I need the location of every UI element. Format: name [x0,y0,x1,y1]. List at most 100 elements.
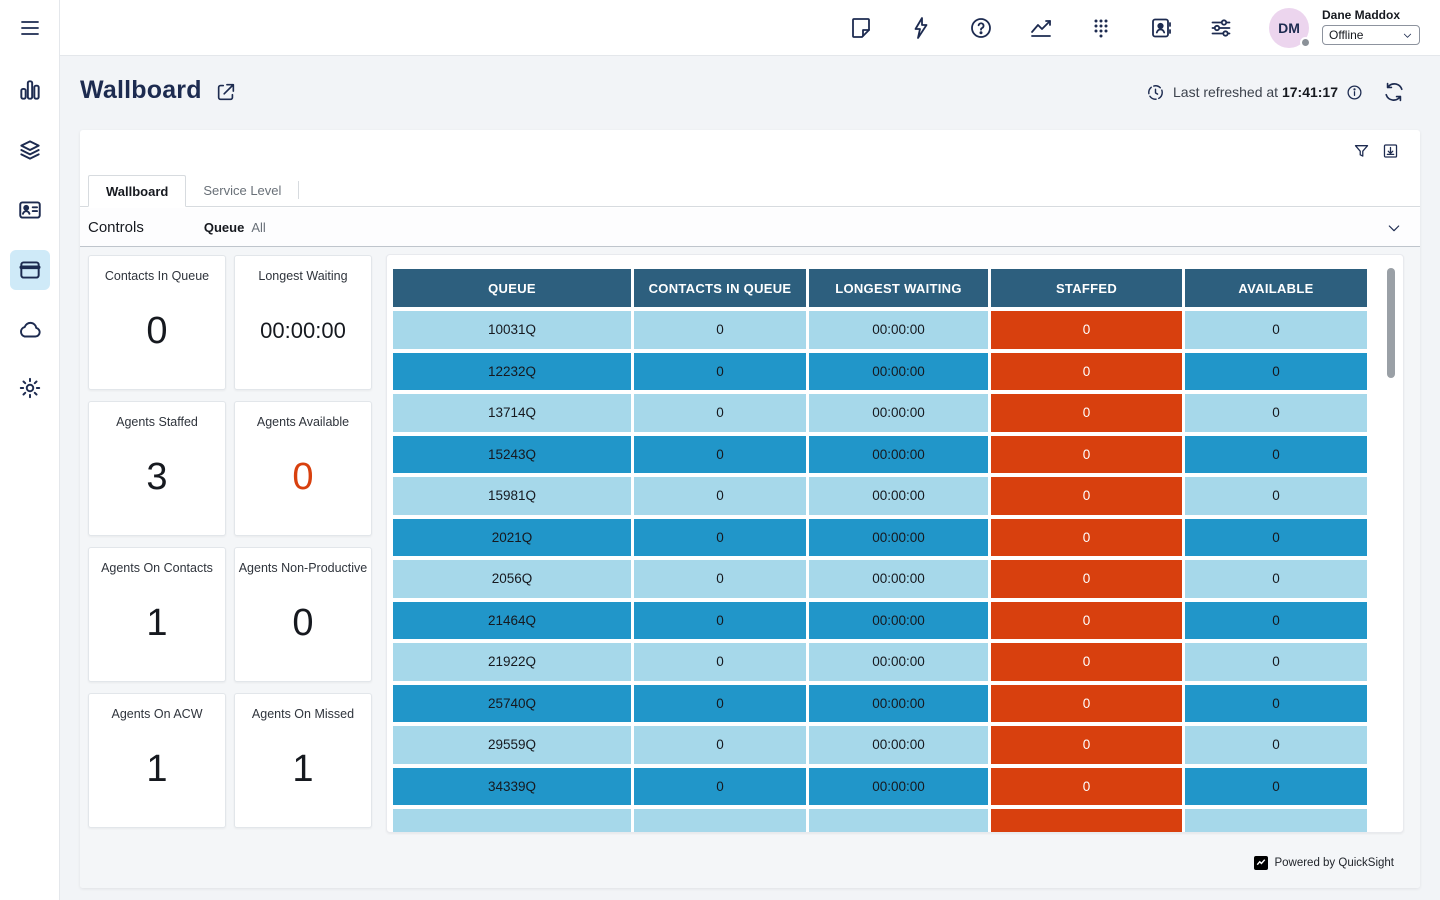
table-cell: 0 [1185,394,1367,432]
kpi-label: Agents Staffed [89,402,225,429]
download-icon[interactable] [1382,142,1399,160]
powered-by-text: Powered by QuickSight [1274,857,1394,869]
info-icon[interactable] [1346,84,1363,101]
controls-row[interactable]: Controls QueueAll [80,208,1420,247]
table-cell: 0 [991,768,1182,806]
kpi-label: Agents On ACW [89,694,225,721]
sidebar-item-wallboard[interactable] [10,250,50,290]
table-cell: 0 [1185,560,1367,598]
table-header-row: QUEUECONTACTS IN QUEUELONGEST WAITINGSTA… [393,269,1367,307]
page-title: Wallboard [80,76,202,105]
table-cell: 0 [634,477,806,515]
table-cell: 00:00:00 [809,311,988,349]
preferences-icon[interactable] [1209,16,1233,40]
status-select-value: Offline [1329,28,1363,42]
sidebar-item-cloud[interactable] [10,310,50,350]
table-cell: 00:00:00 [809,726,988,764]
table-cell: 00:00:00 [809,477,988,515]
help-icon[interactable] [969,16,993,40]
table-cell: 00:00:00 [809,394,988,432]
kpi-label: Agents Available [235,402,371,429]
kpi-card: Longest Waiting00:00:00 [234,255,372,390]
table-cell: 00:00:00 [809,519,988,557]
kpi-value: 1 [235,721,371,827]
table-cell: 00:00:00 [809,436,988,474]
tab-service-level[interactable]: Service Level [186,174,298,206]
auto-refresh-timer-icon [1146,83,1165,102]
sidebar-item-contacts[interactable] [10,190,50,230]
table-cell: 0 [634,353,806,391]
table-cell: 00:00:00 [809,685,988,723]
table-cell: 0 [634,643,806,681]
last-refreshed-time: 17:41:17 [1282,84,1338,100]
controls-label: Controls [88,219,144,236]
open-in-new-tab-icon[interactable] [215,81,237,103]
kpi-label: Agents On Contacts [89,548,225,575]
kpi-label: Agents On Missed [235,694,371,721]
table-header-cell: CONTACTS IN QUEUE [634,269,806,307]
table-row: 29559Q000:00:0000 [393,726,1367,764]
kpi-card: Agents On Missed1 [234,693,372,828]
tab-divider [298,181,299,199]
table-row: 21464Q000:00:0000 [393,602,1367,640]
table-cell: 0 [1185,726,1367,764]
notes-icon[interactable] [849,16,873,40]
table-cell [634,809,806,833]
directory-icon[interactable] [1149,16,1173,40]
table-scrollbar[interactable] [1387,268,1395,378]
tab-wallboard[interactable]: Wallboard [88,175,186,207]
tabbar: Wallboard Service Level [80,175,1420,207]
table-row: 10031Q000:00:0000 [393,311,1367,349]
table-cell: 0 [1185,477,1367,515]
table-cell: 00:00:00 [809,768,988,806]
table-cell: 15981Q [393,477,631,515]
table-cell: 25740Q [393,685,631,723]
refresh-icon[interactable] [1383,81,1405,103]
table-cell: 2056Q [393,560,631,598]
refresh-cluster: Last refreshed at 17:41:17 [1146,82,1405,102]
kpi-card: Agents Non-Productive0 [234,547,372,682]
queue-table-body: 10031Q000:00:000012232Q000:00:000013714Q… [393,311,1367,833]
table-cell: 0 [991,560,1182,598]
table-cell: 0 [1185,311,1367,349]
kpi-label: Longest Waiting [235,256,371,283]
table-cell: 10031Q [393,311,631,349]
metrics-icon[interactable] [1029,16,1053,40]
table-cell: 0 [1185,685,1367,723]
user-name: Dane Maddox [1322,8,1420,22]
status-select[interactable]: Offline [1322,25,1420,45]
sidebar-item-layers[interactable] [10,130,50,170]
user-block: Dane Maddox Offline [1322,8,1420,45]
last-refreshed-text: Last refreshed at 17:41:17 [1173,84,1338,100]
quick-actions-icon[interactable] [909,16,933,40]
table-cell: 0 [991,436,1182,474]
table-cell: 21922Q [393,643,631,681]
table-cell: 12232Q [393,353,631,391]
table-cell: 00:00:00 [809,602,988,640]
table-row: 2021Q000:00:0000 [393,519,1367,557]
table-row: 12232Q000:00:0000 [393,353,1367,391]
table-cell: 0 [1185,436,1367,474]
dashboard-sheet: Contacts In Queue0Longest Waiting00:00:0… [80,247,1420,888]
sidebar-item-settings[interactable] [10,368,50,408]
table-cell: 0 [634,602,806,640]
table-cell [1185,809,1367,833]
controls-collapse-chevron-icon[interactable] [1386,220,1402,236]
chevron-down-icon [1402,30,1413,41]
table-cell: 0 [634,519,806,557]
table-cell: 0 [991,685,1182,723]
table-row: 15243Q000:00:0000 [393,436,1367,474]
dialpad-icon[interactable] [1089,16,1113,40]
avatar[interactable]: DM [1269,8,1309,48]
table-header-cell: STAFFED [991,269,1182,307]
sidebar [0,0,60,900]
queue-filter[interactable]: QueueAll [204,220,266,235]
table-cell: 0 [634,685,806,723]
table-cell: 0 [634,311,806,349]
sidebar-item-analytics[interactable] [10,70,50,110]
table-cell: 0 [991,353,1182,391]
filter-icon[interactable] [1353,142,1370,160]
menu-icon[interactable] [10,8,50,48]
card-tools [1353,142,1399,160]
table-header-cell: QUEUE [393,269,631,307]
